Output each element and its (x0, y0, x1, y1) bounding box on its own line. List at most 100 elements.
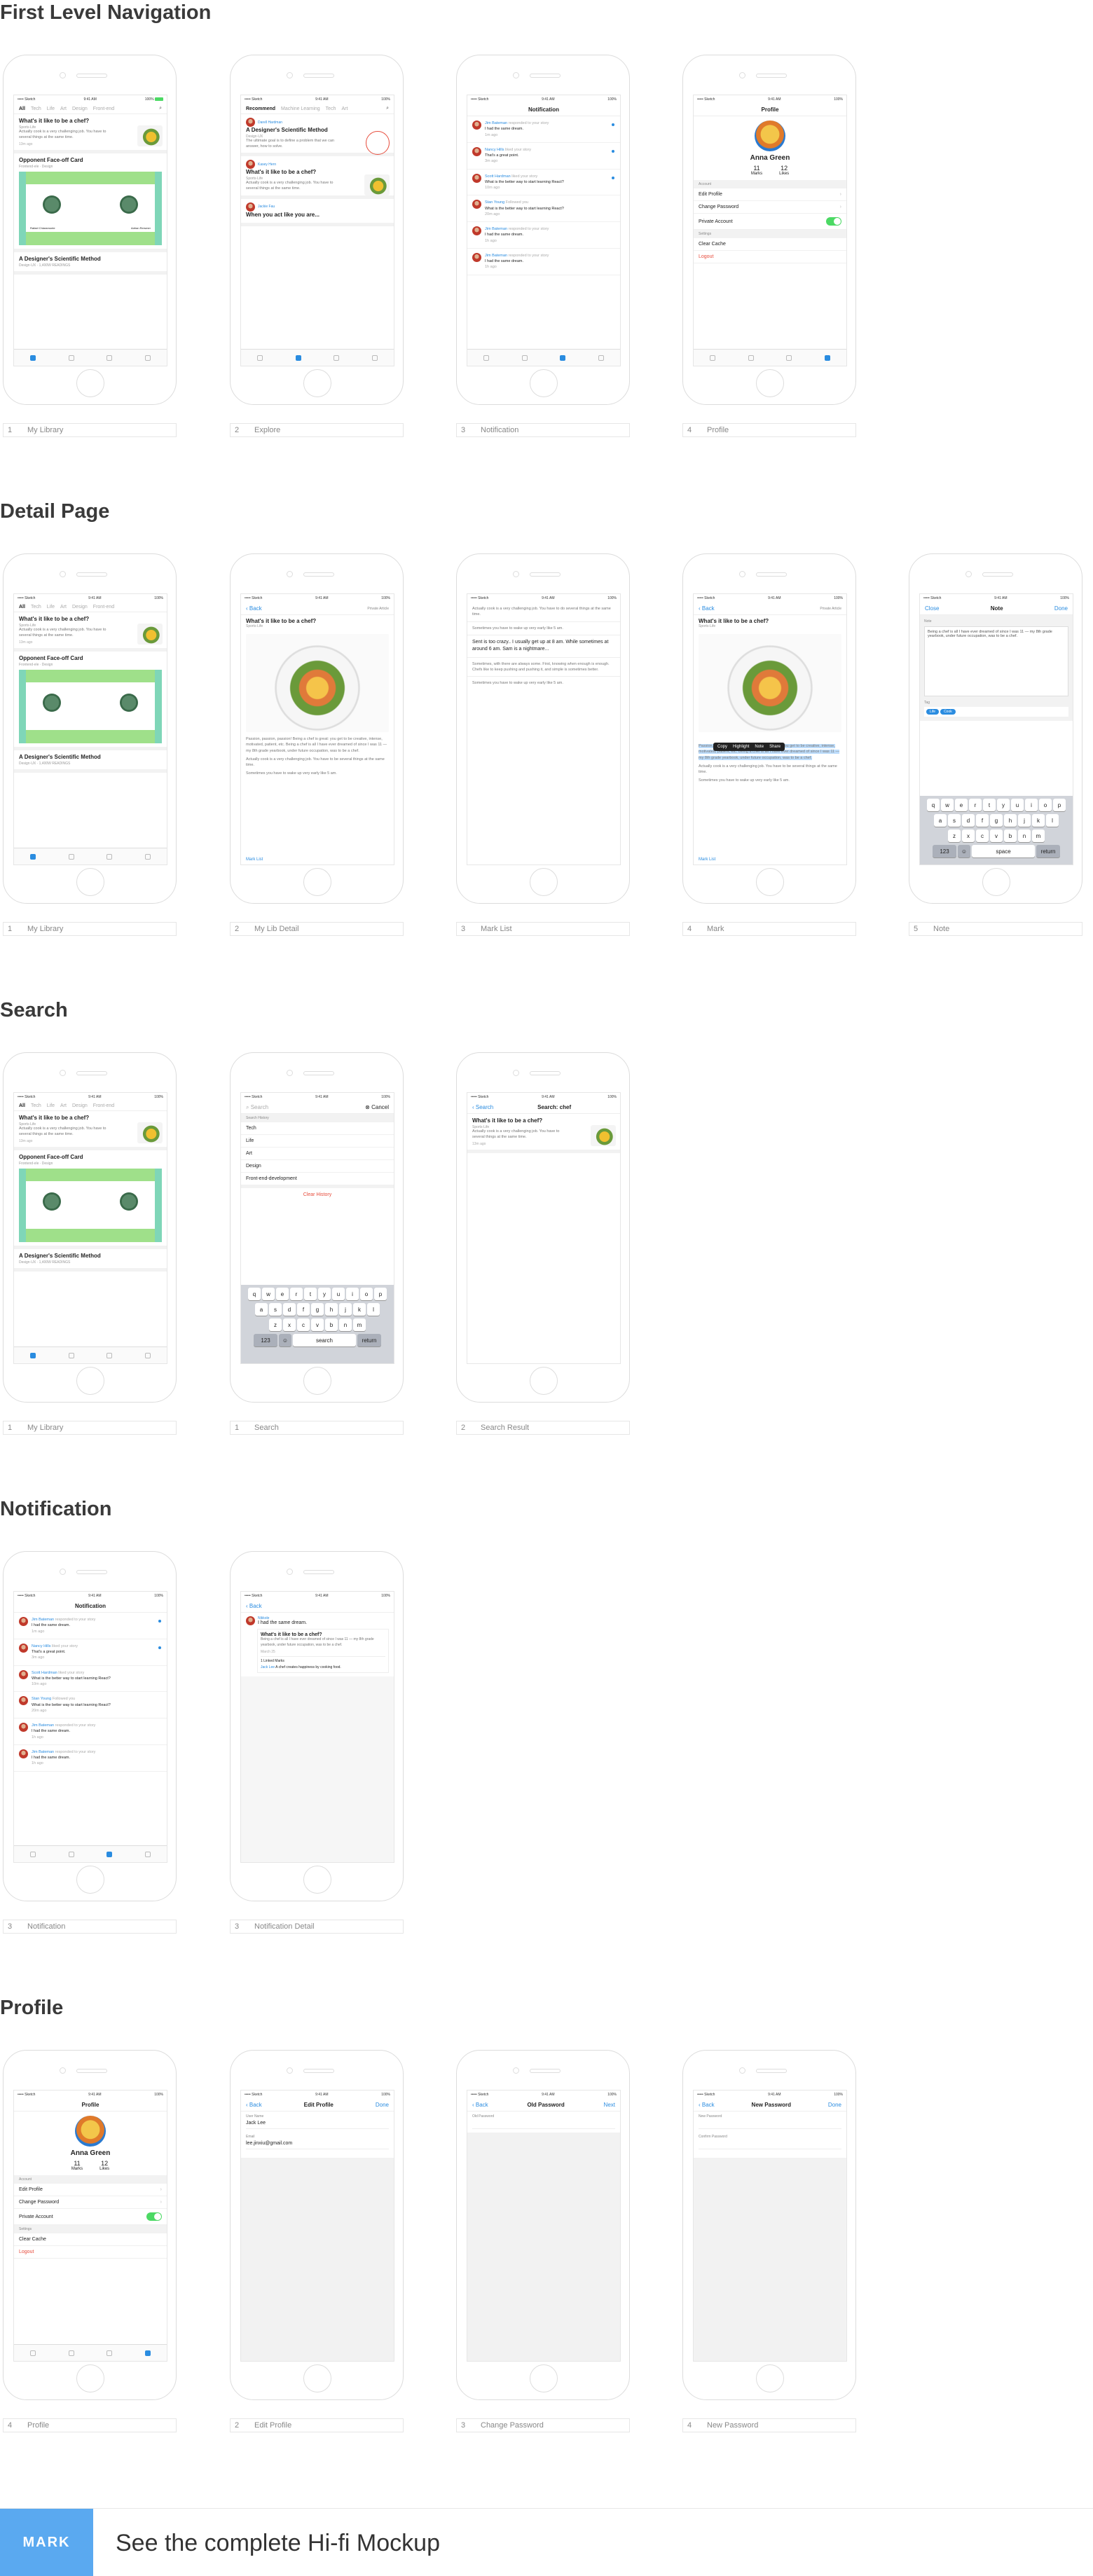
tab-tech[interactable]: Tech (31, 106, 41, 111)
done-button[interactable]: Done (1054, 605, 1068, 612)
key-y[interactable]: y (318, 1288, 331, 1300)
key-z[interactable]: z (269, 1318, 282, 1331)
key-g[interactable]: g (311, 1303, 324, 1316)
next-button[interactable]: Next (604, 2102, 615, 2108)
profile-tab-icon[interactable] (144, 354, 151, 361)
key-l[interactable]: l (367, 1303, 380, 1316)
tab-all[interactable]: All (19, 106, 25, 111)
tag-pill[interactable]: Cook (940, 709, 956, 715)
tab-design[interactable]: Design (72, 106, 88, 111)
key-g[interactable]: g (990, 814, 1003, 827)
key-p[interactable]: p (374, 1288, 387, 1300)
history-item[interactable]: Design (241, 1160, 394, 1173)
clear-history-button[interactable]: Clear History (241, 1185, 394, 1201)
confirm-password-field[interactable] (699, 2141, 841, 2149)
key-b[interactable]: b (1004, 829, 1017, 842)
note-textarea[interactable]: Being a chef is all I have ever dreamed … (924, 626, 1068, 696)
key-a[interactable]: a (255, 1303, 268, 1316)
back-button[interactable]: ‹ Search (472, 1104, 493, 1110)
copy-button[interactable]: Copy (717, 745, 727, 749)
notification-row[interactable]: Stan Young Followed you What is the bette… (467, 195, 620, 222)
tab-ml[interactable]: Machine Learning (281, 106, 320, 111)
notification-row[interactable]: Jim Bateman responded to your story I had… (467, 249, 620, 275)
article-card[interactable]: Kasey Hern What's it like to be a chef? … (241, 156, 394, 199)
history-item[interactable]: Life (241, 1135, 394, 1148)
key-o[interactable]: o (360, 1288, 373, 1300)
change-password-item[interactable]: Change Password › (694, 201, 846, 214)
key-k[interactable]: k (1032, 814, 1045, 827)
key-h[interactable]: h (1004, 814, 1017, 827)
search-input[interactable]: ⌕ Search (246, 1104, 268, 1111)
banner-link-text[interactable]: See the complete Hi-fi Mockup (116, 2530, 440, 2557)
article-card[interactable]: Jackie Fau When you act like you are... (241, 199, 394, 226)
key-u[interactable]: u (1011, 799, 1024, 811)
author-name[interactable]: Kasey Hern (258, 163, 276, 167)
history-item[interactable]: Art (241, 1148, 394, 1160)
notification-row[interactable]: Nancy Hills liked your story That's a gre… (467, 143, 620, 170)
notification-tab-icon[interactable] (106, 354, 113, 361)
search-key[interactable]: search (293, 1334, 356, 1346)
key-d[interactable]: d (283, 1303, 296, 1316)
key-i[interactable]: i (346, 1288, 359, 1300)
tab-recommend[interactable]: Recommend (246, 106, 275, 111)
key-b[interactable]: b (325, 1318, 338, 1331)
key-a[interactable]: a (934, 814, 947, 827)
key-x[interactable]: x (962, 829, 975, 842)
history-item[interactable]: Tech (241, 1122, 394, 1135)
notification-row[interactable]: Scott Hardman liked your story What is th… (467, 170, 620, 196)
key-k[interactable]: k (353, 1303, 366, 1316)
new-password-field[interactable] (699, 2121, 841, 2129)
cancel-button[interactable]: ⊗ Cancel (365, 1104, 389, 1110)
old-password-field[interactable] (472, 2121, 615, 2129)
space-key[interactable]: space (972, 845, 1035, 857)
key-w[interactable]: w (941, 799, 954, 811)
key-r[interactable]: r (969, 799, 982, 811)
key-p[interactable]: p (1053, 799, 1066, 811)
history-item[interactable]: Front-end-development (241, 1173, 394, 1185)
edit-profile-item[interactable]: Edit Profile › (694, 188, 846, 201)
search-icon[interactable]: ⌕ (386, 106, 389, 111)
key-s[interactable]: s (269, 1303, 282, 1316)
author-name[interactable]: Jackie Fau (258, 205, 275, 209)
username-field[interactable]: Jack Lee (246, 2121, 389, 2129)
return-key[interactable]: return (1036, 845, 1060, 857)
article-card[interactable]: Opponent Face-off Card Frontend·ele · De… (14, 153, 167, 253)
key-r[interactable]: r (290, 1288, 303, 1300)
note-button[interactable]: Note (755, 745, 764, 749)
home-tab-icon[interactable] (30, 354, 36, 361)
key-e[interactable]: e (955, 799, 968, 811)
key-t[interactable]: t (304, 1288, 317, 1300)
key-q[interactable]: q (927, 799, 940, 811)
key-v[interactable]: v (990, 829, 1003, 842)
clear-cache-item[interactable]: Clear Cache (694, 238, 846, 251)
key-i[interactable]: i (1025, 799, 1038, 811)
key-x[interactable]: x (283, 1318, 296, 1331)
tab-tech[interactable]: Tech (326, 106, 336, 111)
search-icon[interactable]: ⌕ (159, 106, 162, 111)
key-m[interactable]: m (353, 1318, 366, 1331)
key-y[interactable]: y (997, 799, 1010, 811)
key-w[interactable]: w (262, 1288, 275, 1300)
close-button[interactable]: Close (925, 605, 939, 612)
logout-item[interactable]: Logout (694, 251, 846, 263)
key-j[interactable]: j (1018, 814, 1031, 827)
key-f[interactable]: f (297, 1303, 310, 1316)
key-j[interactable]: j (339, 1303, 352, 1316)
key-s[interactable]: s (948, 814, 961, 827)
back-button[interactable]: ‹ Back (246, 2102, 262, 2108)
highlight-button[interactable]: Highlight (733, 745, 749, 749)
tab-life[interactable]: Life (47, 106, 55, 111)
article-card[interactable]: A Designer's Scientific Method Design·UX… (14, 252, 167, 275)
key-o[interactable]: o (1039, 799, 1052, 811)
footer-banner[interactable]: MARK See the complete Hi-fi Mockup (0, 2508, 1093, 2576)
share-button[interactable]: Share (769, 745, 781, 749)
back-button[interactable]: ‹ Back (246, 605, 262, 612)
key-m[interactable]: m (1032, 829, 1045, 842)
key-f[interactable]: f (976, 814, 989, 827)
notification-row[interactable]: Jim Bateman responded to your story I had… (467, 222, 620, 249)
key-z[interactable]: z (948, 829, 961, 842)
explore-tab-icon[interactable] (68, 354, 74, 361)
key-c[interactable]: c (976, 829, 989, 842)
article-card[interactable]: What's it like to be a chef? Sports·Life… (14, 114, 167, 154)
done-button[interactable]: Done (376, 2102, 389, 2108)
